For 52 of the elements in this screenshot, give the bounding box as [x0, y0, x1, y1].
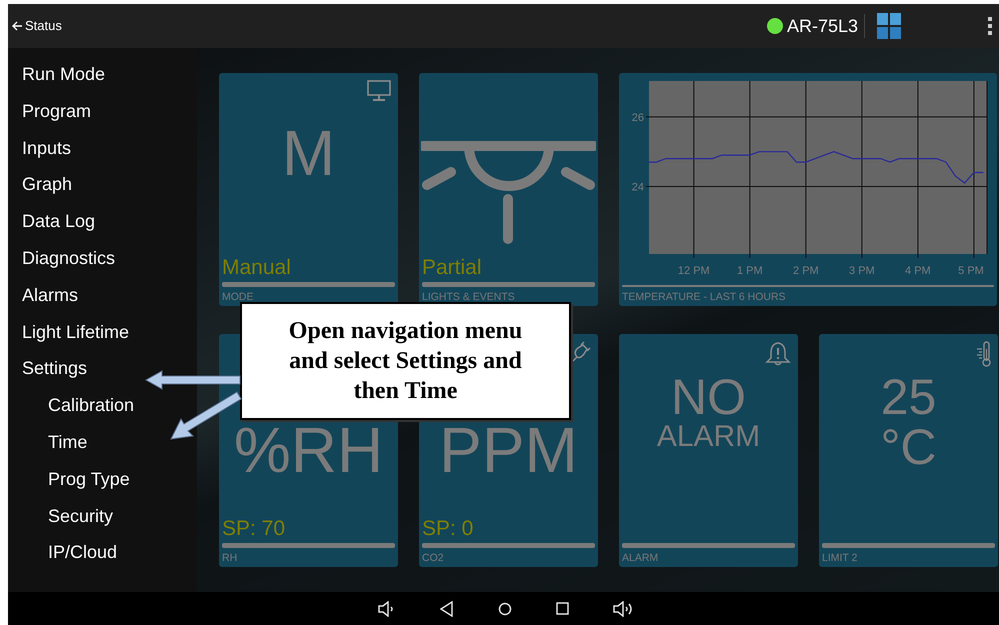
menu-item[interactable]: Inputs	[8, 136, 197, 174]
menu-item[interactable]: Settings	[8, 357, 197, 394]
tiles-icon[interactable]	[877, 13, 901, 39]
x-axis-label: 3 PM	[849, 265, 875, 277]
tile-reading: PPM	[439, 418, 578, 482]
device-name: AR-75L3	[786, 14, 858, 38]
submenu-item[interactable]: Security	[8, 504, 197, 542]
y-axis-label: 24	[632, 181, 644, 194]
tile-caption: ALARM	[622, 552, 660, 564]
tile-caption: LIGHTS & EVENTS	[422, 291, 516, 303]
tile-reading: M	[282, 121, 336, 185]
tile-reading: °C	[880, 422, 937, 472]
tile-value: SP: 70	[222, 517, 286, 541]
tile-reading: ALARM	[656, 422, 760, 452]
menu-item[interactable]: Program	[8, 100, 197, 137]
tile-value: Manual	[222, 256, 292, 280]
submenu-item[interactable]: IP/Cloud	[8, 541, 197, 578]
menu-item[interactable]: Light Lifetime	[8, 320, 197, 358]
tile-reading: 25	[880, 372, 936, 422]
menu-item[interactable]: Alarms	[8, 284, 197, 321]
menu-item[interactable]: Run Mode	[8, 63, 197, 100]
x-axis-label: 5 PM	[958, 265, 984, 277]
tile-caption: CO2	[422, 552, 445, 564]
y-axis-label: 26	[632, 112, 644, 124]
home-icon[interactable]	[498, 602, 512, 616]
more-menu-icon[interactable]	[987, 17, 993, 35]
x-axis-label: 1 PM	[737, 265, 763, 277]
menu-item[interactable]: Graph	[8, 173, 197, 210]
tile-value: Partial	[422, 256, 483, 280]
monitor-icon	[367, 80, 391, 102]
tile-caption: TEMPERATURE - LAST 6 HOURS	[622, 291, 787, 303]
back-icon[interactable]	[440, 600, 454, 616]
tile-caption: RH	[222, 552, 238, 564]
tile-caption: LIMIT 2	[822, 552, 858, 564]
instruction-tooltip: Open navigation menu and select Settings and then Time	[240, 302, 571, 420]
menu-item[interactable]: Data Log	[8, 210, 197, 247]
submenu-item[interactable]: Prog Type	[8, 468, 197, 505]
submenu-item[interactable]: Calibration	[8, 394, 197, 431]
tile-reading: %RH	[234, 418, 384, 482]
menu-item[interactable]: Diagnostics	[8, 246, 197, 284]
back-arrow-icon	[12, 21, 23, 31]
tile-reading: NO	[671, 372, 746, 422]
x-axis-label: 12 PM	[678, 265, 710, 277]
x-axis-label: 4 PM	[905, 265, 931, 277]
x-axis-label: 2 PM	[793, 265, 819, 277]
thermometer-icon	[975, 341, 991, 367]
back-link[interactable]: Status	[12, 16, 62, 36]
recents-icon[interactable]	[556, 602, 569, 615]
tile-caption: MODE	[222, 291, 254, 303]
alarm-bell-icon	[765, 341, 791, 367]
submenu-item[interactable]: Time	[8, 430, 197, 468]
tile-value: SP: 0	[422, 517, 474, 541]
